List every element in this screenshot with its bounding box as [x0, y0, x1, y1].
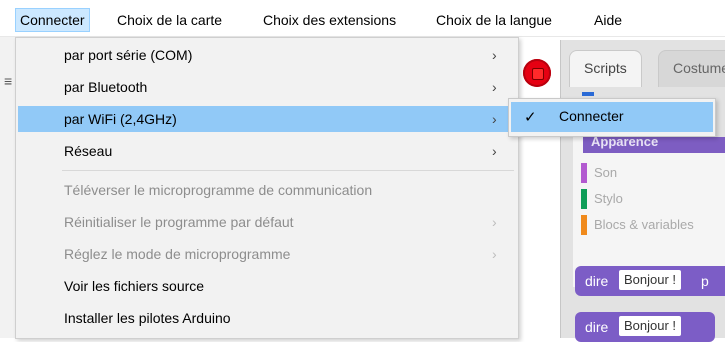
- grip-icon: ≡: [4, 73, 13, 89]
- menu-item-port-serie[interactable]: par port série (COM) ›: [18, 42, 516, 68]
- checkmark-icon: ✓: [524, 109, 537, 126]
- menu-item-voir-sources[interactable]: Voir les fichiers source: [18, 273, 516, 299]
- category-swatch: [581, 189, 587, 209]
- stop-icon[interactable]: [523, 59, 551, 87]
- menu-bar: Connecter Choix de la carte Choix des ex…: [0, 0, 725, 37]
- menu-item-label: Réglez le mode de microprogramme: [64, 246, 291, 262]
- block-keyword: dire: [585, 319, 609, 335]
- block-tail: p: [701, 273, 709, 289]
- tab-costumes[interactable]: Costumes: [658, 50, 725, 87]
- say-block[interactable]: dire Bonjour ! p: [575, 266, 725, 296]
- tab-scripts[interactable]: Scripts: [569, 50, 642, 87]
- menu-item-label: par Bluetooth: [64, 79, 148, 95]
- menu-item-bluetooth[interactable]: par Bluetooth ›: [18, 74, 516, 100]
- menu-choix-langue[interactable]: Choix de la langue: [432, 9, 556, 31]
- chevron-right-icon: ›: [492, 246, 497, 262]
- category-label: Son: [594, 165, 618, 180]
- menu-choix-extensions[interactable]: Choix des extensions: [259, 9, 400, 31]
- category-label: Blocs & variables: [594, 217, 694, 232]
- menu-item-reseau[interactable]: Réseau ›: [18, 138, 516, 164]
- category-list: Apparence Son Stylo Blocs & variables: [573, 137, 725, 287]
- menu-item-label: Téléverser le microprogramme de communic…: [64, 182, 373, 198]
- category-swatch: [581, 163, 587, 183]
- wifi-submenu: ✓ Connecter: [508, 98, 716, 137]
- menu-item-label: par WiFi (2,4GHz): [64, 111, 177, 127]
- connecter-dropdown: par port série (COM) › par Bluetooth › p…: [15, 37, 519, 339]
- submenu-item-label: Connecter: [559, 108, 624, 124]
- chevron-right-icon: ›: [492, 111, 497, 127]
- menu-aide[interactable]: Aide: [590, 9, 626, 31]
- menu-item-reglez-mode[interactable]: Réglez le mode de microprogramme ›: [18, 241, 516, 267]
- menu-item-label: Installer les pilotes Arduino: [64, 310, 231, 326]
- block-keyword: dire: [585, 273, 609, 289]
- chevron-right-icon: ›: [492, 47, 497, 63]
- menu-item-wifi[interactable]: par WiFi (2,4GHz) ›: [18, 106, 516, 132]
- block-palette: Scripts Costumes Apparence Son Stylo Blo…: [560, 40, 725, 342]
- category-label: Stylo: [594, 191, 623, 206]
- chevron-right-icon: ›: [492, 143, 497, 159]
- menu-item-label: par port série (COM): [64, 47, 193, 63]
- category-swatch: [581, 215, 587, 235]
- menu-connecter[interactable]: Connecter: [15, 8, 90, 32]
- menu-item-installer-pilotes[interactable]: Installer les pilotes Arduino: [18, 305, 516, 331]
- menu-item-label: Voir les fichiers source: [64, 278, 205, 294]
- menu-choix-carte[interactable]: Choix de la carte: [113, 9, 226, 31]
- block-text-input[interactable]: Bonjour !: [619, 316, 682, 336]
- category-header[interactable]: Apparence: [583, 137, 725, 153]
- menu-item-label: Réinitialiser le programme par défaut: [64, 214, 294, 230]
- chevron-right-icon: ›: [492, 214, 497, 230]
- submenu-item-connecter[interactable]: ✓ Connecter: [511, 102, 713, 132]
- menu-item-televerser[interactable]: Téléverser le microprogramme de communic…: [18, 177, 516, 203]
- menu-item-reinitialiser[interactable]: Réinitialiser le programme par défaut ›: [18, 209, 516, 235]
- menu-separator: [62, 170, 514, 171]
- tab-indicator: [582, 92, 594, 96]
- chevron-right-icon: ›: [492, 79, 497, 95]
- menu-item-label: Réseau: [64, 143, 113, 159]
- block-text-input[interactable]: Bonjour !: [619, 270, 682, 290]
